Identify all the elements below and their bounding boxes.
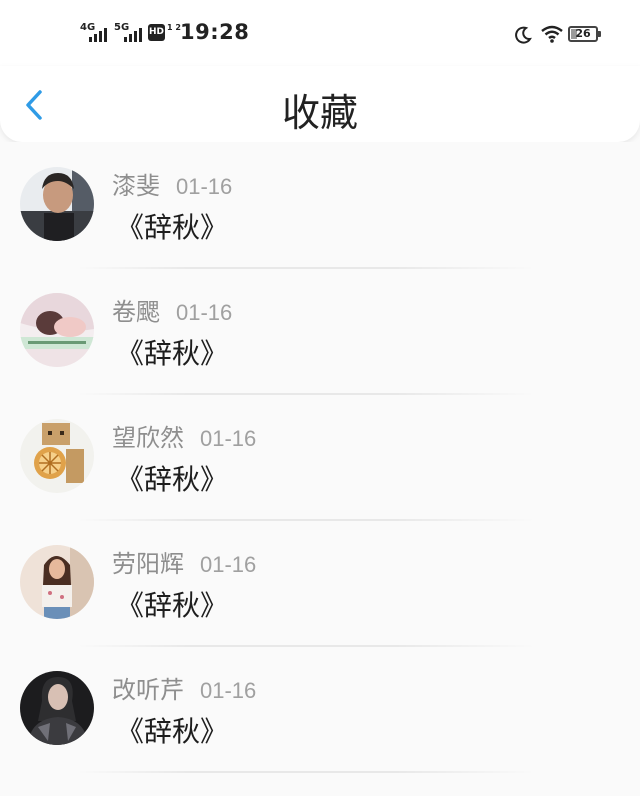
battery-percent: 26 [575,27,591,40]
author-name: 劳阳辉 [112,550,184,578]
favorite-author: 卷颸 01-16 [112,292,232,327]
favorite-author: 望欣然 01-16 [112,418,256,453]
signal-bars-icon [89,24,107,42]
avatar [20,419,94,493]
favorites-list: 漆斐 01-16 《辞秋》 卷颸 01-16 《辞秋》 望欣然 01-16 《辞… [0,142,640,796]
favorite-author: 改听芹 01-16 [112,670,256,705]
divider [76,771,536,773]
favorite-work-title: 《辞秋》 [116,715,229,748]
avatar [20,167,94,241]
moon-icon [515,26,532,44]
nav-bar: 收藏 [0,66,640,142]
page-title: 收藏 [281,91,358,135]
list-item[interactable]: 望欣然 01-16 《辞秋》 [0,394,640,521]
battery-icon: 26 [568,26,601,42]
hd-sim-label: 1 2 [167,23,181,32]
favorite-work-title: 《辞秋》 [116,589,229,622]
avatar [20,293,94,367]
author-name: 改听芹 [112,676,184,704]
favorite-author: 劳阳辉 01-16 [112,544,256,579]
favorite-date: 01-16 [200,678,257,703]
favorite-date: 01-16 [176,300,233,325]
author-name: 卷颸 [112,298,160,326]
signal-bars-icon [124,24,142,42]
list-item[interactable]: 卷颸 01-16 《辞秋》 [0,268,640,395]
avatar [20,671,94,745]
favorite-date: 01-16 [176,174,233,199]
clock: 19:28 [180,20,250,44]
wifi-icon [541,25,563,43]
favorite-date: 01-16 [200,426,257,451]
favorite-author: 漆斐 01-16 [112,166,232,201]
avatar [20,545,94,619]
favorite-work-title: 《辞秋》 [116,211,229,244]
hd-voice-icon: HD [148,24,165,41]
author-name: 漆斐 [112,172,160,200]
list-item[interactable]: 漆斐 01-16 《辞秋》 [0,142,640,269]
favorite-work-title: 《辞秋》 [116,463,229,496]
list-item[interactable]: 改听芹 01-16 《辞秋》 [0,646,640,773]
status-bar: 4G 5G HD 1 2 19:28 26 [0,0,640,66]
favorite-work-title: 《辞秋》 [116,337,229,370]
list-item[interactable]: 劳阳辉 01-16 《辞秋》 [0,520,640,647]
author-name: 望欣然 [112,424,184,452]
favorite-date: 01-16 [200,552,257,577]
